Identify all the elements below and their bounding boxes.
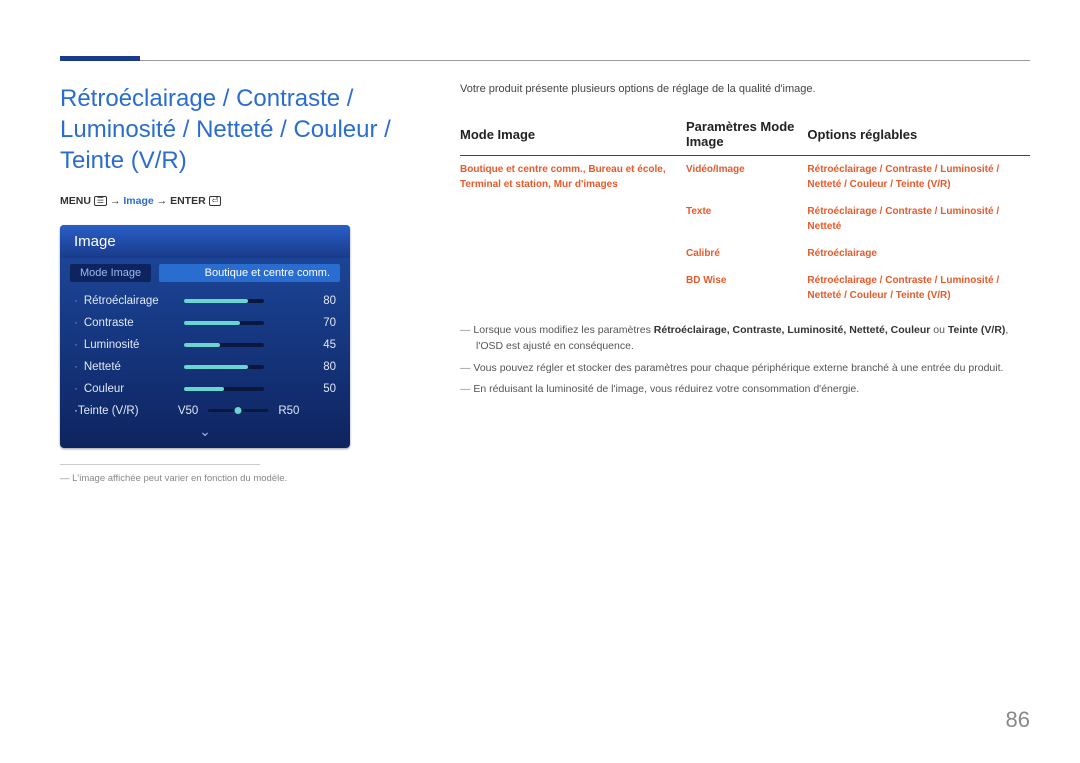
bullet-icon: · xyxy=(74,295,78,307)
breadcrumb: MENU ☰ → Image → ENTER ⏎ xyxy=(60,195,400,207)
mode-image-value[interactable]: Boutique et centre comm. xyxy=(159,264,340,282)
notes-list: Lorsque vous modifiez les paramètres Rét… xyxy=(460,323,1030,398)
cell-options: Rétroéclairage / Contraste / Luminosité … xyxy=(807,198,1030,240)
enter-label: ENTER xyxy=(170,195,206,207)
slider-track[interactable] xyxy=(184,343,264,347)
slider-track[interactable] xyxy=(184,321,264,325)
divider xyxy=(60,464,260,465)
menu-label: MENU xyxy=(60,195,91,207)
tint-left: V50 xyxy=(178,405,198,417)
bullet-icon: · xyxy=(74,339,78,351)
th-mode: Mode Image xyxy=(460,115,686,156)
note-2: Vous pouvez régler et stocker des paramè… xyxy=(460,361,1030,377)
slider-label: Couleur xyxy=(84,383,184,395)
slider-value: 80 xyxy=(306,295,336,307)
slider-value: 80 xyxy=(306,361,336,373)
cell-mode xyxy=(460,198,686,240)
slider-label: Rétroéclairage xyxy=(84,295,184,307)
table-row: CalibréRétroéclairage xyxy=(460,240,1030,267)
slider-track[interactable] xyxy=(184,387,264,391)
slider-label: Contraste xyxy=(84,317,184,329)
cell-options: Rétroéclairage xyxy=(807,240,1030,267)
slider-value: 45 xyxy=(306,339,336,351)
arrow: → xyxy=(110,195,121,207)
cell-mode: Boutique et centre comm., Bureau et écol… xyxy=(460,156,686,199)
footnote: L'image affichée peut varier en fonction… xyxy=(60,473,400,484)
osd-mode-row: Mode Image Boutique et centre comm. xyxy=(60,258,350,290)
slider-value: 50 xyxy=(306,383,336,395)
th-options: Options réglables xyxy=(807,115,1030,156)
table-row: Boutique et centre comm., Bureau et écol… xyxy=(460,156,1030,199)
bullet-icon: · xyxy=(74,383,78,395)
cell-options: Rétroéclairage / Contraste / Luminosité … xyxy=(807,156,1030,199)
menu-icon: ☰ xyxy=(94,196,107,207)
osd-row[interactable]: · Netteté 80 xyxy=(60,356,350,378)
intro-text: Votre produit présente plusieurs options… xyxy=(460,83,1030,95)
osd-panel: Image Mode Image Boutique et centre comm… xyxy=(60,225,350,448)
cell-params: Texte xyxy=(686,198,807,240)
th-params: Paramètres Mode Image xyxy=(686,115,807,156)
table-row: BD WiseRétroéclairage / Contraste / Lumi… xyxy=(460,267,1030,309)
osd-row[interactable]: · Contraste 70 xyxy=(60,312,350,334)
slider-track[interactable] xyxy=(184,299,264,303)
mode-image-label[interactable]: Mode Image xyxy=(70,264,151,282)
osd-title: Image xyxy=(60,225,350,258)
cell-params: Calibré xyxy=(686,240,807,267)
osd-row[interactable]: · Couleur 50 xyxy=(60,378,350,400)
bullet-icon: · xyxy=(74,361,78,373)
osd-row-tint[interactable]: · Teinte (V/R) V50 R50 xyxy=(60,400,350,421)
tint-slider[interactable] xyxy=(208,409,268,412)
page-number: 86 xyxy=(1006,707,1030,733)
tint-right: R50 xyxy=(278,405,299,417)
table-row: TexteRétroéclairage / Contraste / Lumino… xyxy=(460,198,1030,240)
cell-params: Vidéo/Image xyxy=(686,156,807,199)
osd-row[interactable]: · Luminosité 45 xyxy=(60,334,350,356)
options-table: Mode Image Paramètres Mode Image Options… xyxy=(460,115,1030,309)
accent-bar xyxy=(60,56,140,61)
slider-track[interactable] xyxy=(184,365,264,369)
chevron-down-icon[interactable]: ⌄ xyxy=(60,421,350,448)
osd-row[interactable]: · Rétroéclairage 80 xyxy=(60,290,350,312)
bullet-icon: · xyxy=(74,317,78,329)
slider-label: Netteté xyxy=(84,361,184,373)
cell-options: Rétroéclairage / Contraste / Luminosité … xyxy=(807,267,1030,309)
arrow: → xyxy=(157,195,168,207)
enter-icon: ⏎ xyxy=(209,196,222,207)
page-title: Rétroéclairage / Contraste / Luminosité … xyxy=(60,83,400,177)
cell-params: BD Wise xyxy=(686,267,807,309)
breadcrumb-image: Image xyxy=(123,195,153,207)
tint-label: Teinte (V/R) xyxy=(78,405,178,417)
cell-mode xyxy=(460,240,686,267)
cell-mode xyxy=(460,267,686,309)
slider-value: 70 xyxy=(306,317,336,329)
note-3: En réduisant la luminosité de l'image, v… xyxy=(460,382,1030,398)
note-1: Lorsque vous modifiez les paramètres Rét… xyxy=(460,323,1030,355)
slider-label: Luminosité xyxy=(84,339,184,351)
